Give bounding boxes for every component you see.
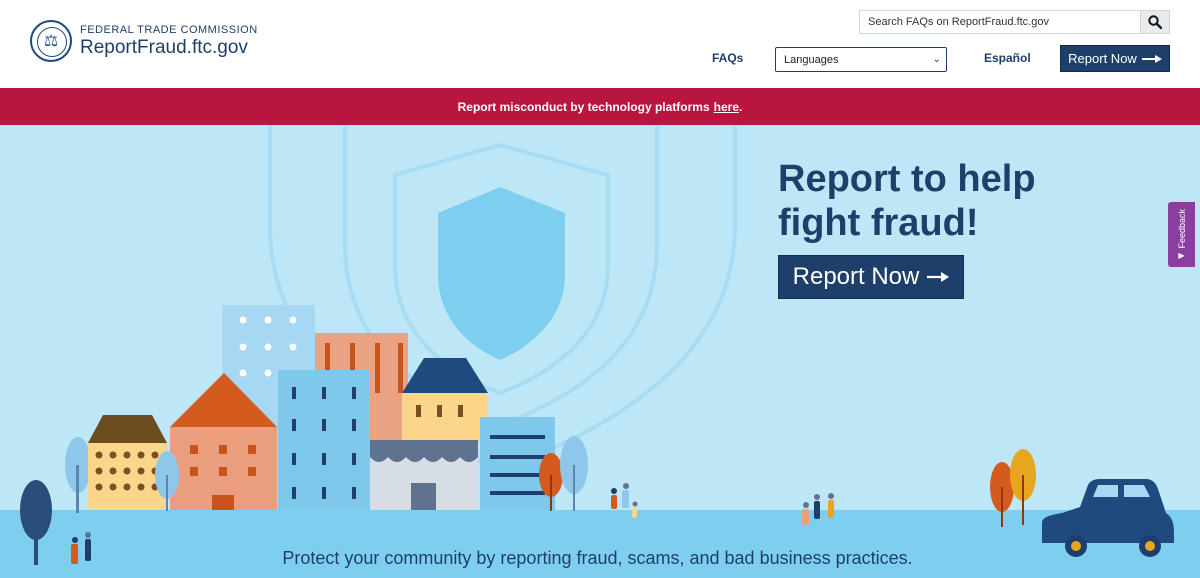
search-icon xyxy=(1148,15,1162,29)
hero-report-now-label: Report Now xyxy=(792,263,920,290)
nav-espanol-link[interactable]: Español xyxy=(984,51,1031,65)
banner-suffix: . xyxy=(739,99,743,114)
feedback-tab[interactable]: Feedback ▶ xyxy=(1168,202,1195,267)
banner-text: Report misconduct by technology platform… xyxy=(457,99,710,114)
shield-icon xyxy=(438,187,565,360)
arrow-right-icon xyxy=(927,272,950,282)
search-bar xyxy=(859,10,1170,34)
languages-selected-value: Languages xyxy=(784,53,839,66)
alert-banner: Report misconduct by technology platform… xyxy=(0,88,1200,125)
hero-title: Report to help fight fraud! xyxy=(778,158,1036,244)
logo-text: FEDERAL TRADE COMMISSION ReportFraud.ftc… xyxy=(80,23,258,59)
nav-faqs-link[interactable]: FAQs xyxy=(712,51,743,65)
hero-tagline: Protect your community by reporting frau… xyxy=(282,548,913,568)
org-name: FEDERAL TRADE COMMISSION xyxy=(80,24,258,36)
site-header: FEDERAL TRADE COMMISSION ReportFraud.ftc… xyxy=(0,0,1200,88)
languages-select[interactable]: Languages ⌄ xyxy=(775,47,947,72)
chevron-down-icon: ⌄ xyxy=(932,54,941,65)
hero-report-now-button[interactable]: Report Now xyxy=(778,255,964,299)
header-report-now-label: Report Now xyxy=(1068,51,1137,66)
banner-here-link[interactable]: here xyxy=(714,100,739,114)
arrow-right-icon xyxy=(1141,54,1162,63)
site-logo[interactable]: FEDERAL TRADE COMMISSION ReportFraud.ftc… xyxy=(30,20,258,62)
hero-section: Report to help fight fraud! Report Now P… xyxy=(0,125,1200,578)
triangle-right-icon: ▶ xyxy=(1178,251,1185,261)
header-report-now-button[interactable]: Report Now xyxy=(1060,45,1170,72)
search-button[interactable] xyxy=(1140,11,1169,33)
feedback-label: Feedback xyxy=(1176,208,1187,249)
site-name: ReportFraud.ftc.gov xyxy=(80,37,248,58)
ftc-seal-icon xyxy=(30,20,72,62)
search-input[interactable] xyxy=(860,11,1140,33)
